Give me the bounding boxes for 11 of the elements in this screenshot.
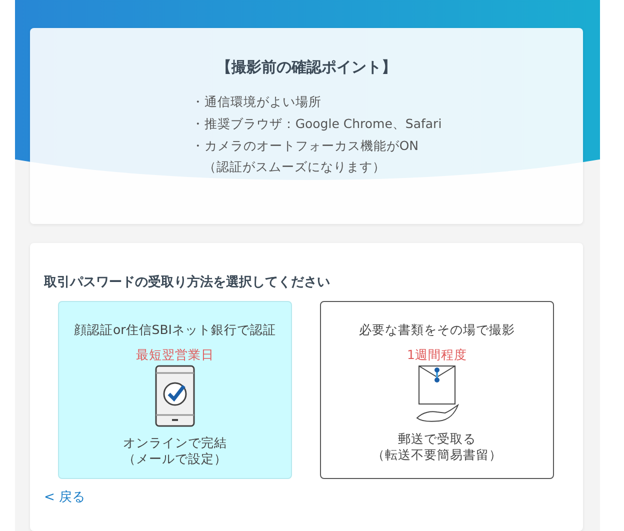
method-option[interactable]: 顔認証or住信SBIネット銀行で認証 最短翌営業日 オンラインで完結 （メールで設定）	[58, 301, 292, 479]
method-heading: 取引パスワードの受取り方法を選択してください	[44, 274, 331, 291]
method-option[interactable]: 必要な書類をその場で撮影 1週間程度 郵送で受取る （転送不要簡易書留）	[320, 301, 554, 479]
checklist-title: 【撮影前の確認ポイント】	[216, 58, 396, 77]
checklist-item: ・カメラのオートフォーカス機能がON	[191, 137, 420, 154]
checklist-item: ・通信環境がよい場所	[191, 93, 322, 110]
checklist-item: ・推奨ブラウザ：Google Chrome、Safari	[191, 115, 442, 132]
back-link[interactable]: < 戻る	[44, 488, 86, 506]
envelope-hand-icon	[415, 365, 459, 423]
checklist-note: （認証がスムーズになります）	[202, 159, 386, 174]
phone-check-icon	[155, 365, 195, 427]
